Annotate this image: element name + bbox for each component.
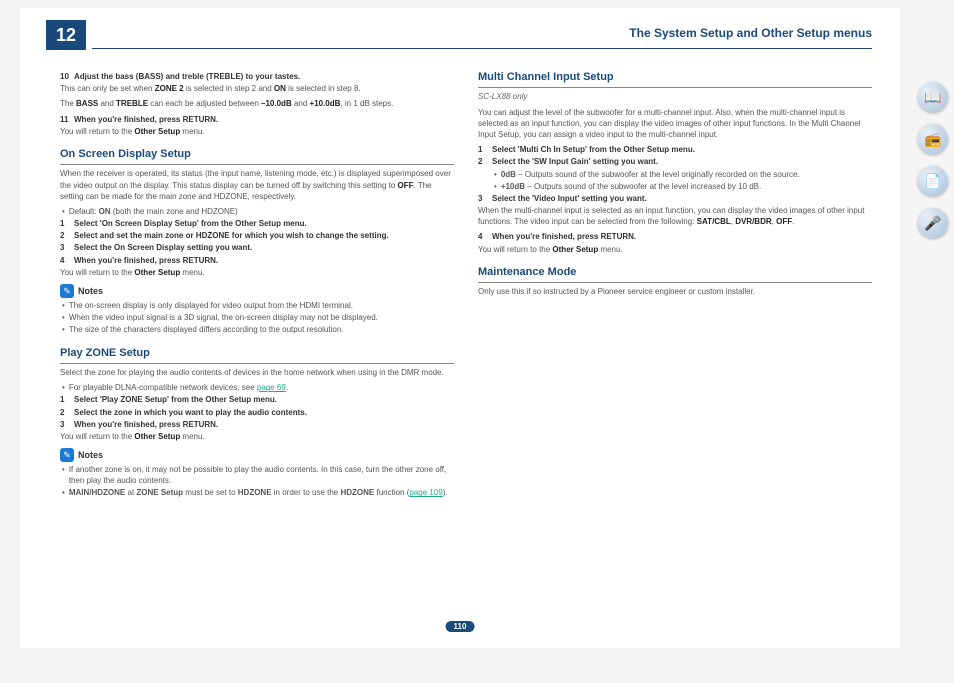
body-text: When the multi-channel input is selected…: [478, 205, 872, 227]
list-item: Default: ON (both the main zone and HDZO…: [60, 206, 454, 217]
step-text: Select and set the main zone or HDZONE f…: [74, 230, 389, 241]
model-note: SC-LX88 only: [478, 91, 872, 102]
step-num: 1: [60, 394, 74, 405]
manual-page: 12 The System Setup and Other Setup menu…: [20, 8, 900, 648]
body-text: You can adjust the level of the subwoofe…: [478, 107, 872, 141]
book-icon[interactable]: 📖: [918, 82, 948, 112]
section-heading: On Screen Display Setup: [60, 147, 454, 165]
list-item: MAIN/HDZONE at ZONE Setup must be set to…: [60, 487, 454, 498]
step-num: 4: [478, 231, 492, 242]
side-nav: 📖 📻 📄 🎤: [918, 82, 948, 238]
pencil-icon: ✎: [60, 448, 74, 462]
step-num: 3: [478, 193, 492, 204]
body-text: This can only be set when ZONE 2 is sele…: [60, 83, 454, 94]
body-text: You will return to the Other Setup menu.: [60, 431, 454, 442]
list-item: When the video input signal is a 3D sign…: [60, 312, 454, 323]
body-text: The BASS and TREBLE can each be adjusted…: [60, 98, 454, 109]
chapter-number: 12: [46, 20, 86, 50]
step-text: Select 'Multi Ch In Setup' from the Othe…: [492, 144, 695, 155]
step-text: When you're finished, press RETURN.: [74, 114, 218, 125]
doc-icon[interactable]: 📄: [918, 166, 948, 196]
page-link[interactable]: page 109: [409, 488, 442, 497]
section-heading: Maintenance Mode: [478, 265, 872, 283]
body-text: Select the zone for playing the audio co…: [60, 367, 454, 378]
step-num: 4: [60, 255, 74, 266]
step-text: Select 'On Screen Display Setup' from th…: [74, 218, 307, 229]
step-num: 3: [60, 419, 74, 430]
device-icon[interactable]: 📻: [918, 124, 948, 154]
section-heading: Play ZONE Setup: [60, 346, 454, 364]
notes-title: Notes: [78, 449, 103, 462]
page-number: 110: [446, 621, 475, 632]
header-rule: [92, 48, 872, 49]
section-heading: Multi Channel Input Setup: [478, 70, 872, 88]
pencil-icon: ✎: [60, 284, 74, 298]
step-text: When you're finished, press RETURN.: [74, 255, 218, 266]
step-text: Select 'Play ZONE Setup' from the Other …: [74, 394, 277, 405]
body-text: You will return to the Other Setup menu.: [60, 126, 454, 137]
list-item: The on-screen display is only displayed …: [60, 300, 454, 311]
step-text: When you're finished, press RETURN.: [74, 419, 218, 430]
step-text: Adjust the bass (BASS) and treble (TREBL…: [74, 71, 300, 82]
step-num: 10: [60, 71, 74, 82]
body-text: Only use this if so instructed by a Pion…: [478, 286, 872, 297]
step-text: Select the 'SW Input Gain' setting you w…: [492, 156, 658, 167]
step-num: 3: [60, 242, 74, 253]
page-link[interactable]: page 69: [257, 383, 286, 392]
step-num: 11: [60, 114, 74, 125]
step-num: 2: [60, 230, 74, 241]
step-text: Select the On Screen Display setting you…: [74, 242, 252, 253]
step-text: Select the 'Video Input' setting you wan…: [492, 193, 647, 204]
body-text: You will return to the Other Setup menu.: [60, 267, 454, 278]
notes-header: ✎ Notes: [60, 448, 454, 462]
body-text: When the receiver is operated, its statu…: [60, 168, 454, 202]
step-num: 1: [60, 218, 74, 229]
left-column: 10Adjust the bass (BASS) and treble (TRE…: [60, 70, 454, 500]
mic-icon[interactable]: 🎤: [918, 208, 948, 238]
header-title: The System Setup and Other Setup menus: [629, 20, 872, 40]
notes-title: Notes: [78, 285, 103, 298]
list-item: If another zone is on, it may not be pos…: [60, 464, 454, 486]
step-num: 2: [60, 407, 74, 418]
list-item: 0dB – Outputs sound of the subwoofer at …: [492, 169, 872, 180]
body-text: You will return to the Other Setup menu.: [478, 244, 872, 255]
notes-header: ✎ Notes: [60, 284, 454, 298]
list-item: For playable DLNA-compatible network dev…: [60, 382, 454, 393]
list-item: The size of the characters displayed dif…: [60, 324, 454, 335]
step-text: Select the zone in which you want to pla…: [74, 407, 307, 418]
step-text: When you're finished, press RETURN.: [492, 231, 636, 242]
list-item: +10dB – Outputs sound of the subwoofer a…: [492, 181, 872, 192]
step-num: 1: [478, 144, 492, 155]
step-num: 2: [478, 156, 492, 167]
right-column: Multi Channel Input Setup SC-LX88 only Y…: [478, 70, 872, 500]
